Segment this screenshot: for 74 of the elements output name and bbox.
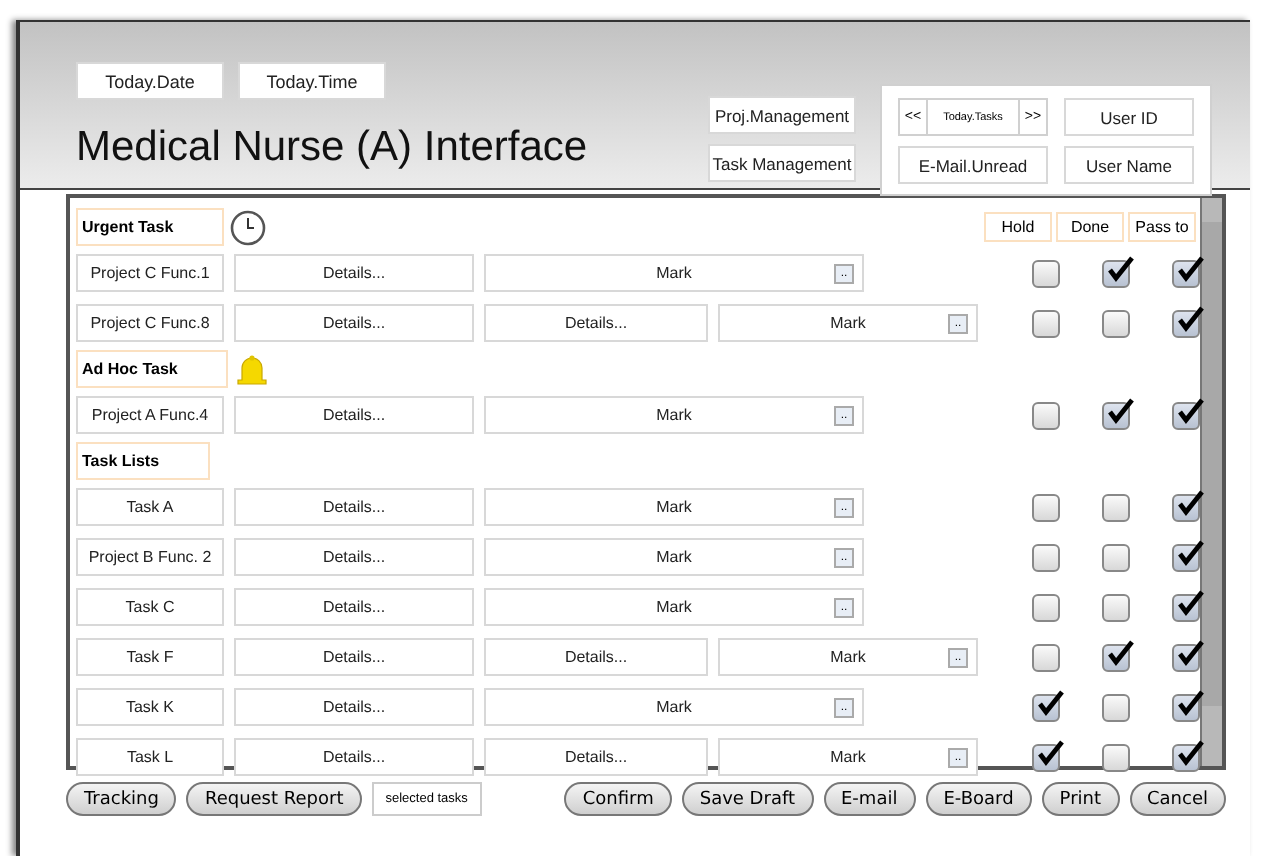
email-unread-button[interactable]: E-Mail.Unread <box>898 146 1048 184</box>
clock-icon <box>229 209 266 245</box>
details-button[interactable]: Details... <box>234 588 474 626</box>
checkbox[interactable] <box>1032 493 1060 521</box>
scrollbar-thumb[interactable] <box>1202 222 1222 706</box>
checkbox[interactable] <box>1102 259 1130 287</box>
column-header: Hold <box>984 212 1052 242</box>
footer-button[interactable]: E-mail <box>823 782 916 816</box>
checkbox[interactable] <box>1172 593 1200 621</box>
footer-button[interactable]: Print <box>1041 782 1119 816</box>
details-button[interactable]: Details... <box>484 638 708 676</box>
checkbox[interactable] <box>1172 309 1200 337</box>
footer-button[interactable]: E-Board <box>925 782 1032 816</box>
details-button[interactable]: Details... <box>234 304 474 342</box>
checkbox[interactable] <box>1032 643 1060 671</box>
footer-button[interactable]: Tracking <box>66 782 177 816</box>
details-button[interactable]: Details... <box>234 254 474 292</box>
user-name-label: User Name <box>1064 146 1194 184</box>
details-button[interactable]: Details... <box>484 304 708 342</box>
column-header: Pass to <box>1128 212 1196 242</box>
checkbox[interactable] <box>1102 743 1130 771</box>
checkbox[interactable] <box>1032 593 1060 621</box>
details-button[interactable]: Details... <box>234 688 474 726</box>
checkbox[interactable] <box>1102 643 1130 671</box>
footer-button[interactable]: Save Draft <box>681 782 813 816</box>
time-label: Today.Time <box>238 62 386 100</box>
task-name: Project C Func.1 <box>76 254 224 292</box>
footer-button[interactable]: Confirm <box>564 782 672 816</box>
column-header: Done <box>1056 212 1124 242</box>
checkbox[interactable] <box>1032 259 1060 287</box>
checkbox[interactable] <box>1172 401 1200 429</box>
checkbox[interactable] <box>1102 693 1130 721</box>
checkbox[interactable] <box>1172 493 1200 521</box>
section-title: Urgent Task <box>76 208 224 246</box>
checkbox[interactable] <box>1102 493 1130 521</box>
window-title: Medical Nurse (A) Interface <box>76 124 590 172</box>
footer-button[interactable]: Request Report <box>186 782 362 816</box>
checkbox[interactable] <box>1172 259 1200 287</box>
checkbox[interactable] <box>1172 543 1200 571</box>
checkbox[interactable] <box>1032 693 1060 721</box>
checkbox[interactable] <box>1102 593 1130 621</box>
checkbox[interactable] <box>1032 743 1060 771</box>
section-title: Task Lists <box>76 442 210 480</box>
details-button[interactable]: Details... <box>234 738 474 776</box>
task-name: Project A Func.4 <box>76 396 224 434</box>
details-button[interactable]: Details... <box>484 738 708 776</box>
checkbox[interactable] <box>1102 309 1130 337</box>
bell-icon <box>233 351 270 387</box>
checkbox[interactable] <box>1102 543 1130 571</box>
checkbox[interactable] <box>1172 743 1200 771</box>
checkbox[interactable] <box>1032 401 1060 429</box>
checkbox[interactable] <box>1032 543 1060 571</box>
date-label: Today.Date <box>76 62 224 100</box>
checkbox[interactable] <box>1102 401 1130 429</box>
details-button[interactable]: Details... <box>234 538 474 576</box>
nav-button[interactable]: Task Management <box>708 144 856 182</box>
task-name: Project C Func.8 <box>76 304 224 342</box>
details-button[interactable]: Details... <box>234 396 474 434</box>
user-id-label: User ID <box>1064 98 1194 136</box>
task-name: Project B Func. 2 <box>76 538 224 576</box>
details-button[interactable]: Details... <box>234 488 474 526</box>
task-name: Task K <box>76 688 224 726</box>
task-name: Task F <box>76 638 224 676</box>
task-name: Task L <box>76 738 224 776</box>
details-button[interactable]: Details... <box>234 638 474 676</box>
task-name: Task A <box>76 488 224 526</box>
checkbox[interactable] <box>1032 309 1060 337</box>
nav-button[interactable]: Proj.Management <box>708 96 856 134</box>
footer-button[interactable]: Cancel <box>1129 782 1226 816</box>
task-name: Task C <box>76 588 224 626</box>
checkbox[interactable] <box>1172 643 1200 671</box>
scrollbar[interactable] <box>1200 198 1222 766</box>
checkbox[interactable] <box>1172 693 1200 721</box>
section-title: Ad Hoc Task <box>76 350 228 388</box>
